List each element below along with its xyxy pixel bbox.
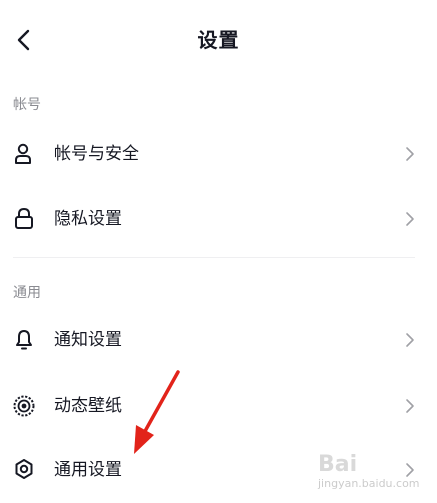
- chevron-right-icon: [406, 399, 414, 413]
- section-label-general: 通用: [13, 285, 41, 301]
- chevron-right-icon: [406, 147, 414, 161]
- section-label-account: 帐号: [13, 97, 41, 113]
- chevron-right-icon: [406, 212, 414, 226]
- row-label: 通知设置: [54, 330, 122, 350]
- radar-circle-icon: [13, 395, 35, 417]
- row-label: 动态壁纸: [54, 396, 122, 416]
- row-account-security[interactable]: 帐号与安全: [0, 122, 437, 186]
- row-notifications[interactable]: 通知设置: [0, 308, 437, 372]
- row-live-wallpaper[interactable]: 动态壁纸: [0, 374, 437, 438]
- gear-icon: [15, 459, 33, 479]
- chevron-right-icon: [406, 333, 414, 347]
- page-title: 设置: [197, 28, 240, 52]
- lock-icon: [15, 207, 33, 229]
- row-label: 通用设置: [54, 460, 122, 480]
- watermark: Bai jingyan.baidu.com: [318, 452, 420, 490]
- row-label: 帐号与安全: [54, 144, 139, 164]
- person-icon: [15, 143, 31, 164]
- row-privacy[interactable]: 隐私设置: [0, 187, 437, 251]
- row-label: 隐私设置: [54, 209, 122, 229]
- header: 设置: [0, 0, 437, 80]
- divider: [13, 257, 415, 258]
- bell-icon: [16, 330, 32, 350]
